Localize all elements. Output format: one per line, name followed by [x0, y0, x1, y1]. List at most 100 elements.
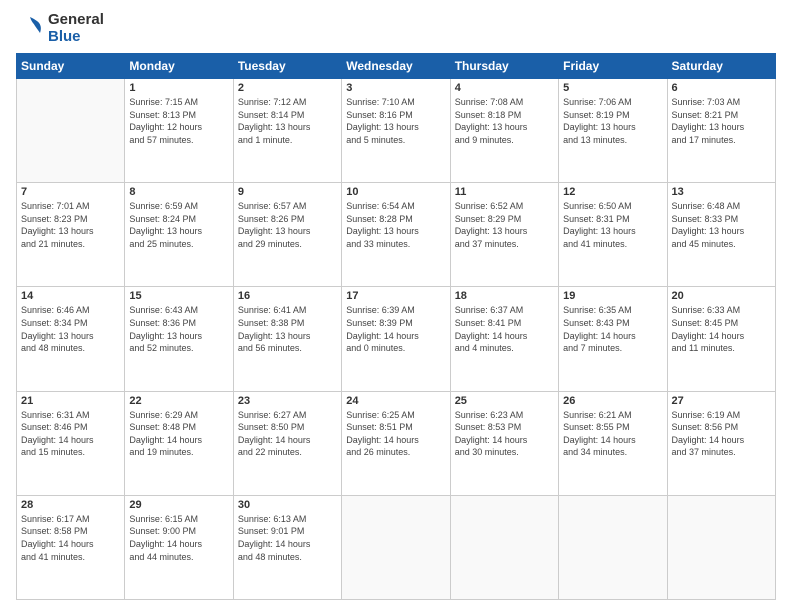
day-number: 26 — [563, 395, 662, 407]
calendar-page: GeneralBlue SundayMondayTuesdayWednesday… — [0, 0, 792, 612]
day-info: Sunrise: 7:12 AM Sunset: 8:14 PM Dayligh… — [238, 96, 337, 146]
day-info: Sunrise: 6:15 AM Sunset: 9:00 PM Dayligh… — [129, 513, 228, 563]
day-info: Sunrise: 6:17 AM Sunset: 8:58 PM Dayligh… — [21, 513, 120, 563]
day-info: Sunrise: 6:50 AM Sunset: 8:31 PM Dayligh… — [563, 200, 662, 250]
logo-bird-icon — [16, 15, 44, 43]
calendar-cell — [559, 495, 667, 599]
header: GeneralBlue — [16, 12, 776, 45]
day-header: Monday — [125, 54, 233, 79]
day-info: Sunrise: 6:59 AM Sunset: 8:24 PM Dayligh… — [129, 200, 228, 250]
day-info: Sunrise: 6:19 AM Sunset: 8:56 PM Dayligh… — [672, 409, 771, 459]
day-number: 6 — [672, 82, 771, 94]
day-number: 25 — [455, 395, 554, 407]
day-number: 9 — [238, 186, 337, 198]
day-number: 27 — [672, 395, 771, 407]
calendar-cell: 10 Sunrise: 6:54 AM Sunset: 8:28 PM Dayli… — [342, 183, 450, 287]
calendar-cell: 14 Sunrise: 6:46 AM Sunset: 8:34 PM Dayli… — [17, 287, 125, 391]
day-number: 11 — [455, 186, 554, 198]
calendar-cell: 20Sunrise: 6:33 AM Sunset: 8:45 PM Dayli… — [667, 287, 775, 391]
header-row: SundayMondayTuesdayWednesdayThursdayFrid… — [17, 54, 776, 79]
day-number: 28 — [21, 499, 120, 511]
calendar-week-row: 21 Sunrise: 6:31 AM Sunset: 8:46 PM Dayli… — [17, 391, 776, 495]
day-number: 23 — [238, 395, 337, 407]
day-number: 7 — [21, 186, 120, 198]
day-number: 1 — [129, 82, 228, 94]
day-info: Sunrise: 6:39 AM Sunset: 8:39 PM Dayligh… — [346, 304, 445, 354]
day-number: 3 — [346, 82, 445, 94]
calendar-week-row: 14 Sunrise: 6:46 AM Sunset: 8:34 PM Dayli… — [17, 287, 776, 391]
day-info: Sunrise: 6:57 AM Sunset: 8:26 PM Dayligh… — [238, 200, 337, 250]
day-info: Sunrise: 7:10 AM Sunset: 8:16 PM Dayligh… — [346, 96, 445, 146]
calendar-cell: 28 Sunrise: 6:17 AM Sunset: 8:58 PM Dayli… — [17, 495, 125, 599]
day-info: Sunrise: 6:41 AM Sunset: 8:38 PM Dayligh… — [238, 304, 337, 354]
day-info: Sunrise: 6:46 AM Sunset: 8:34 PM Dayligh… — [21, 304, 120, 354]
day-number: 16 — [238, 290, 337, 302]
day-info: Sunrise: 6:37 AM Sunset: 8:41 PM Dayligh… — [455, 304, 554, 354]
calendar-cell: 26 Sunrise: 6:21 AM Sunset: 8:55 PM Dayli… — [559, 391, 667, 495]
day-number: 15 — [129, 290, 228, 302]
day-header: Sunday — [17, 54, 125, 79]
day-info: Sunrise: 6:21 AM Sunset: 8:55 PM Dayligh… — [563, 409, 662, 459]
day-info: Sunrise: 7:03 AM Sunset: 8:21 PM Dayligh… — [672, 96, 771, 146]
day-number: 24 — [346, 395, 445, 407]
day-header: Wednesday — [342, 54, 450, 79]
calendar-cell: 23 Sunrise: 6:27 AM Sunset: 8:50 PM Dayli… — [233, 391, 341, 495]
day-number: 18 — [455, 290, 554, 302]
day-number: 10 — [346, 186, 445, 198]
calendar-cell: 21 Sunrise: 6:31 AM Sunset: 8:46 PM Dayli… — [17, 391, 125, 495]
calendar-cell: 27 Sunrise: 6:19 AM Sunset: 8:56 PM Dayli… — [667, 391, 775, 495]
calendar-cell: 11 Sunrise: 6:52 AM Sunset: 8:29 PM Dayli… — [450, 183, 558, 287]
logo-general-text: General — [48, 12, 104, 29]
calendar-cell — [17, 79, 125, 183]
day-number: 13 — [672, 186, 771, 198]
day-info: Sunrise: 7:01 AM Sunset: 8:23 PM Dayligh… — [21, 200, 120, 250]
calendar-cell: 1 Sunrise: 7:15 AM Sunset: 8:13 PM Daylig… — [125, 79, 233, 183]
calendar-week-row: 1 Sunrise: 7:15 AM Sunset: 8:13 PM Daylig… — [17, 79, 776, 183]
day-number: 8 — [129, 186, 228, 198]
calendar-cell — [667, 495, 775, 599]
day-number: 21 — [21, 395, 120, 407]
day-number: 29 — [129, 499, 228, 511]
calendar-cell: 19 Sunrise: 6:35 AM Sunset: 8:43 PM Dayli… — [559, 287, 667, 391]
calendar-week-row: 7 Sunrise: 7:01 AM Sunset: 8:23 PM Daylig… — [17, 183, 776, 287]
calendar-cell: 5Sunrise: 7:06 AM Sunset: 8:19 PM Daylig… — [559, 79, 667, 183]
day-number: 4 — [455, 82, 554, 94]
calendar-cell: 18 Sunrise: 6:37 AM Sunset: 8:41 PM Dayli… — [450, 287, 558, 391]
calendar-cell: 7 Sunrise: 7:01 AM Sunset: 8:23 PM Daylig… — [17, 183, 125, 287]
day-info: Sunrise: 6:25 AM Sunset: 8:51 PM Dayligh… — [346, 409, 445, 459]
calendar-cell — [342, 495, 450, 599]
calendar-cell: 24 Sunrise: 6:25 AM Sunset: 8:51 PM Dayli… — [342, 391, 450, 495]
day-number: 2 — [238, 82, 337, 94]
day-info: Sunrise: 7:15 AM Sunset: 8:13 PM Dayligh… — [129, 96, 228, 146]
day-number: 14 — [21, 290, 120, 302]
day-number: 19 — [563, 290, 662, 302]
calendar-cell: 29 Sunrise: 6:15 AM Sunset: 9:00 PM Dayli… — [125, 495, 233, 599]
day-info: Sunrise: 7:08 AM Sunset: 8:18 PM Dayligh… — [455, 96, 554, 146]
day-info: Sunrise: 6:54 AM Sunset: 8:28 PM Dayligh… — [346, 200, 445, 250]
calendar-cell — [450, 495, 558, 599]
day-info: Sunrise: 6:29 AM Sunset: 8:48 PM Dayligh… — [129, 409, 228, 459]
day-info: Sunrise: 6:43 AM Sunset: 8:36 PM Dayligh… — [129, 304, 228, 354]
day-info: Sunrise: 6:27 AM Sunset: 8:50 PM Dayligh… — [238, 409, 337, 459]
day-header: Tuesday — [233, 54, 341, 79]
day-number: 5 — [563, 82, 662, 94]
day-info: Sunrise: 6:48 AM Sunset: 8:33 PM Dayligh… — [672, 200, 771, 250]
day-header: Thursday — [450, 54, 558, 79]
calendar-cell: 22 Sunrise: 6:29 AM Sunset: 8:48 PM Dayli… — [125, 391, 233, 495]
calendar-cell: 16 Sunrise: 6:41 AM Sunset: 8:38 PM Dayli… — [233, 287, 341, 391]
calendar-cell: 2 Sunrise: 7:12 AM Sunset: 8:14 PM Daylig… — [233, 79, 341, 183]
calendar-week-row: 28 Sunrise: 6:17 AM Sunset: 8:58 PM Dayli… — [17, 495, 776, 599]
day-header: Saturday — [667, 54, 775, 79]
logo-blue-text: Blue — [48, 29, 104, 46]
calendar-cell: 9 Sunrise: 6:57 AM Sunset: 8:26 PM Daylig… — [233, 183, 341, 287]
logo-text-container: GeneralBlue — [16, 12, 104, 45]
day-info: Sunrise: 6:35 AM Sunset: 8:43 PM Dayligh… — [563, 304, 662, 354]
logo-text: GeneralBlue — [48, 12, 104, 45]
day-number: 17 — [346, 290, 445, 302]
day-info: Sunrise: 6:31 AM Sunset: 8:46 PM Dayligh… — [21, 409, 120, 459]
day-info: Sunrise: 6:52 AM Sunset: 8:29 PM Dayligh… — [455, 200, 554, 250]
calendar-cell: 25Sunrise: 6:23 AM Sunset: 8:53 PM Dayli… — [450, 391, 558, 495]
day-number: 30 — [238, 499, 337, 511]
day-number: 12 — [563, 186, 662, 198]
day-number: 22 — [129, 395, 228, 407]
